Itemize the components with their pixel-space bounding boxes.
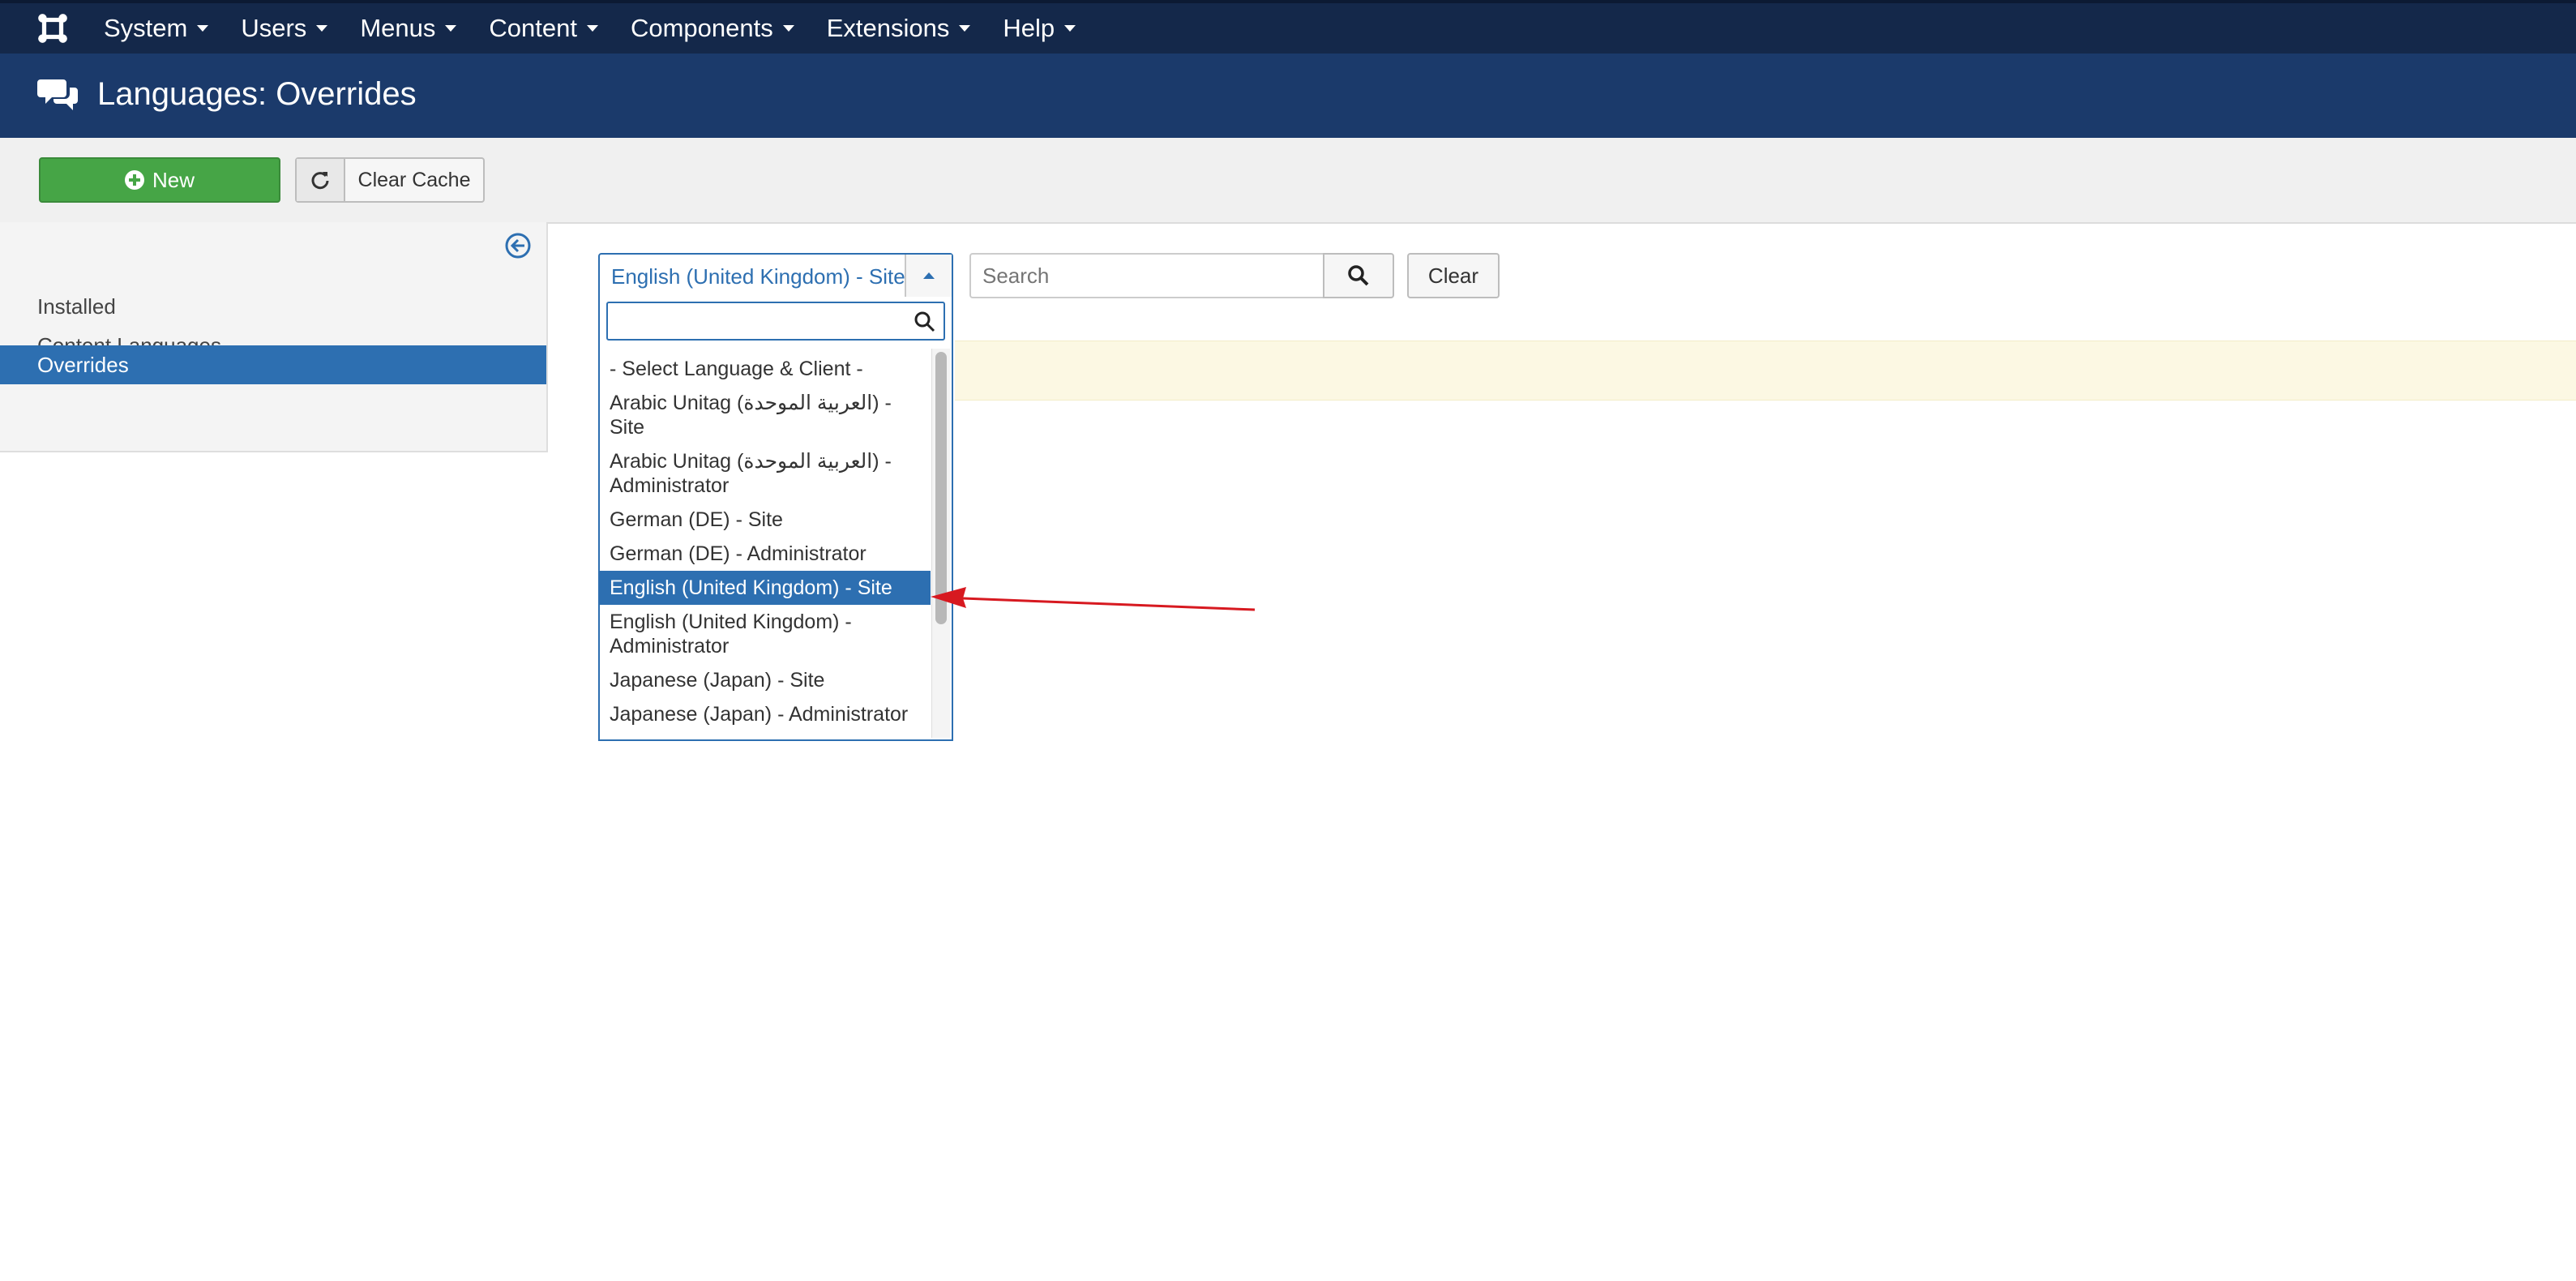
clear-cache-label: Clear Cache <box>357 168 471 191</box>
sidebar-item-overrides[interactable]: Overrides <box>0 345 546 384</box>
nav-item-label: Users <box>241 14 307 42</box>
nav-item-label: Menus <box>360 14 436 42</box>
notice-message <box>955 341 2576 401</box>
nav-item-system[interactable]: System <box>104 14 209 43</box>
dropdown-option[interactable]: German (DE) - Site <box>600 503 931 537</box>
caret-down-icon <box>782 25 794 32</box>
search-input[interactable] <box>969 253 1324 298</box>
dropdown-option[interactable]: Arabic Unitag (العربية الموحدة) - Admini… <box>600 444 931 503</box>
collapse-sidebar-icon[interactable] <box>504 232 532 259</box>
annotation-arrow-icon <box>931 587 1255 611</box>
nav-item-components[interactable]: Components <box>631 14 794 43</box>
clear-button[interactable]: Clear <box>1407 253 1500 298</box>
select-toggle[interactable] <box>905 255 952 297</box>
language-client-select[interactable]: English (United Kingdom) - Site <box>598 253 953 298</box>
dropdown-option[interactable]: Arabic Unitag (العربية الموحدة) - Site <box>600 386 931 444</box>
dropdown-option[interactable]: English (United Kingdom) - Administrator <box>600 605 931 663</box>
dropdown-option[interactable]: Japanese (Japan) - Site <box>600 663 931 697</box>
caret-down-icon <box>316 25 328 32</box>
language-select-value: English (United Kingdom) - Site <box>611 264 905 289</box>
refresh-icon <box>297 159 345 201</box>
nav-item-label: System <box>104 14 188 42</box>
nav-item-extensions[interactable]: Extensions <box>827 14 971 43</box>
dropdown-option[interactable]: English (United Kingdom) - Site <box>600 571 931 605</box>
sidebar-item-installed[interactable]: Installed <box>0 287 546 326</box>
dropdown-option[interactable]: German (DE) - Administrator <box>600 537 931 571</box>
page-title: Languages: Overrides <box>97 76 417 112</box>
language-dropdown: - Select Language & Client - Arabic Unita… <box>598 297 953 741</box>
top-navbar: System Users Menus Content Components Extensi… <box>0 0 2576 54</box>
nav-item-users[interactable]: Users <box>241 14 328 43</box>
nav-item-label: Help <box>1003 14 1055 42</box>
plus-circle-icon <box>124 170 144 190</box>
caret-down-icon <box>959 25 971 32</box>
caret-down-icon <box>1064 25 1076 32</box>
search-icon <box>914 311 935 332</box>
search-icon <box>1348 265 1369 286</box>
search-button[interactable] <box>1323 253 1394 298</box>
caret-down-icon <box>586 25 598 32</box>
caret-down-icon <box>445 25 457 32</box>
dropdown-search[interactable] <box>606 302 945 341</box>
dropdown-option[interactable]: Japanese (Japan) - Administrator <box>600 697 931 731</box>
nav-item-help[interactable]: Help <box>1003 14 1076 43</box>
title-bar: Languages: Overrides <box>0 54 2576 139</box>
nav-item-menus[interactable]: Menus <box>360 14 457 43</box>
sidebar: Installed Content Languages Overrides <box>0 222 548 452</box>
main-menu: System Users Menus Content Components Extensi… <box>104 3 1108 54</box>
chevron-up-icon <box>923 272 935 279</box>
dropdown-option[interactable]: - Select Language & Client - <box>600 352 931 386</box>
dropdown-search-input[interactable] <box>614 303 909 337</box>
new-button-label: New <box>152 167 195 192</box>
dropdown-options: - Select Language & Client - Arabic Unita… <box>600 352 931 731</box>
comments-icon <box>37 79 78 110</box>
clear-cache-button[interactable]: Clear Cache <box>295 157 485 203</box>
nav-item-content[interactable]: Content <box>489 14 598 43</box>
joomla-logo-icon[interactable] <box>36 11 70 45</box>
nav-item-label: Components <box>630 14 773 42</box>
new-button[interactable]: New <box>39 157 280 203</box>
nav-item-label: Content <box>489 14 577 42</box>
nav-item-label: Extensions <box>826 14 950 42</box>
dropdown-scrollbar[interactable] <box>931 349 950 738</box>
caret-down-icon <box>197 25 209 32</box>
toolbar: New Clear Cache <box>0 138 2576 224</box>
